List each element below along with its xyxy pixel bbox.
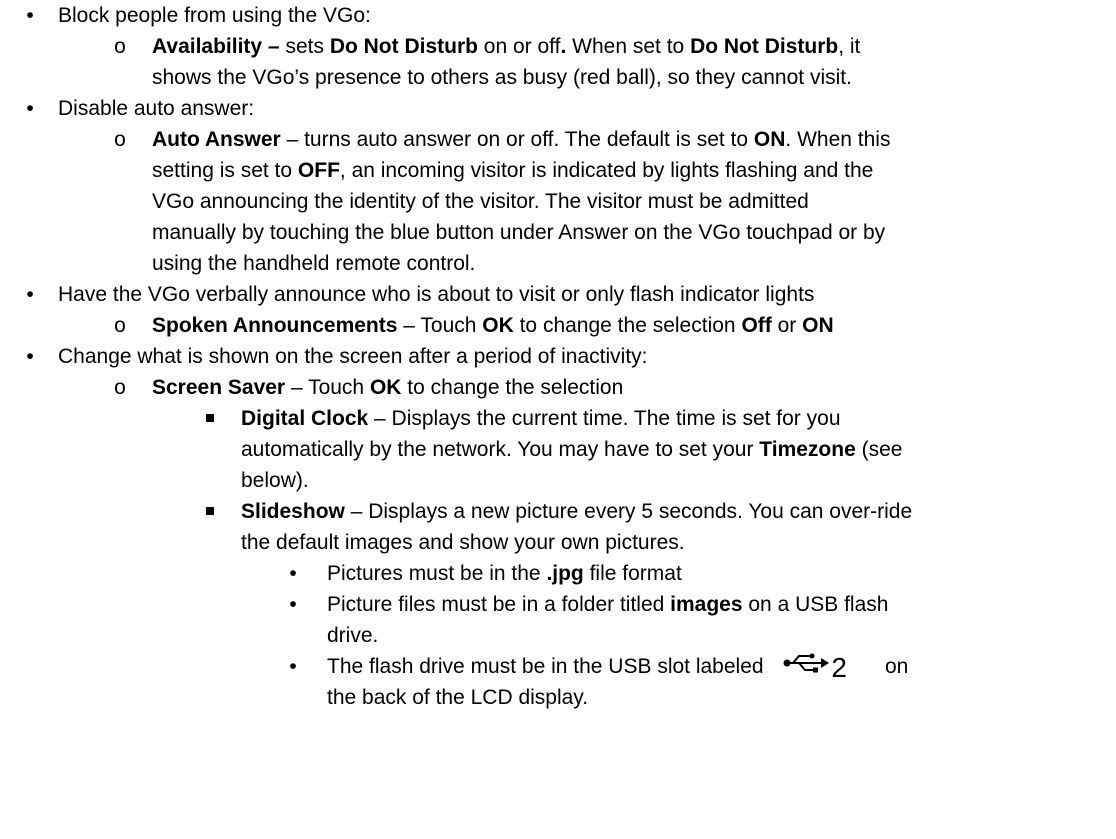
availability-line: Availability – sets Do Not Disturb on or… (152, 35, 861, 58)
bullet: • (26, 4, 34, 27)
bullet: • (26, 345, 34, 368)
item-4-text: Change what is shown on the screen after… (58, 345, 648, 368)
images-folder-line-2: drive. (327, 624, 379, 647)
slideshow-line: Slideshow – Displays a new picture every… (241, 500, 913, 523)
digital-clock-line-2: automatically by the network. You may ha… (241, 438, 903, 461)
bullet: • (289, 593, 297, 616)
document-page: • Block people from using the VGo: o Ava… (0, 0, 1116, 839)
bullet: • (289, 655, 297, 678)
screen-saver-line: Screen Saver – Touch OK to change the se… (152, 376, 624, 399)
auto-answer-line-3: VGo announcing the identity of the visit… (152, 190, 809, 213)
digital-clock-line-3: below). (241, 469, 309, 492)
auto-answer-line-5: using the handheld remote control. (152, 252, 476, 275)
slideshow-line-2: the default images and show your own pic… (241, 531, 685, 554)
item-1-text: Block people from using the VGo: (58, 4, 371, 27)
circle-bullet: o (114, 314, 126, 337)
circle-bullet: o (114, 376, 126, 399)
bullet: • (289, 562, 297, 585)
square-bullet (206, 414, 214, 422)
usb-slot-line: The flash drive must be in the USB slot … (327, 651, 909, 683)
item-2-text: Disable auto answer: (58, 97, 255, 120)
bullet: • (26, 97, 34, 120)
bullet: • (26, 283, 34, 306)
digital-clock-line: Digital Clock – Displays the current tim… (241, 407, 841, 430)
usb-icon (783, 652, 831, 683)
circle-bullet: o (114, 128, 126, 151)
availability-line-cont: shows the VGo’s presence to others as bu… (152, 66, 852, 89)
square-bullet (206, 507, 214, 515)
usb-slot-line-2: the back of the LCD display. (327, 686, 589, 709)
images-folder-line: Picture files must be in a folder titled… (327, 593, 889, 616)
spoken-announcements-line: Spoken Announcements – Touch OK to chang… (152, 314, 834, 337)
auto-answer-line: Auto Answer – turns auto answer on or of… (152, 128, 891, 151)
auto-answer-line-4: manually by touching the blue button und… (152, 221, 886, 244)
circle-bullet: o (114, 35, 126, 58)
item-3-text: Have the VGo verbally announce who is ab… (58, 283, 815, 306)
auto-answer-line-2: setting is set to OFF, an incoming visit… (152, 159, 874, 182)
jpg-format-line: Pictures must be in the .jpg file format (327, 562, 682, 585)
usb-slot-number: 2 (831, 651, 847, 683)
